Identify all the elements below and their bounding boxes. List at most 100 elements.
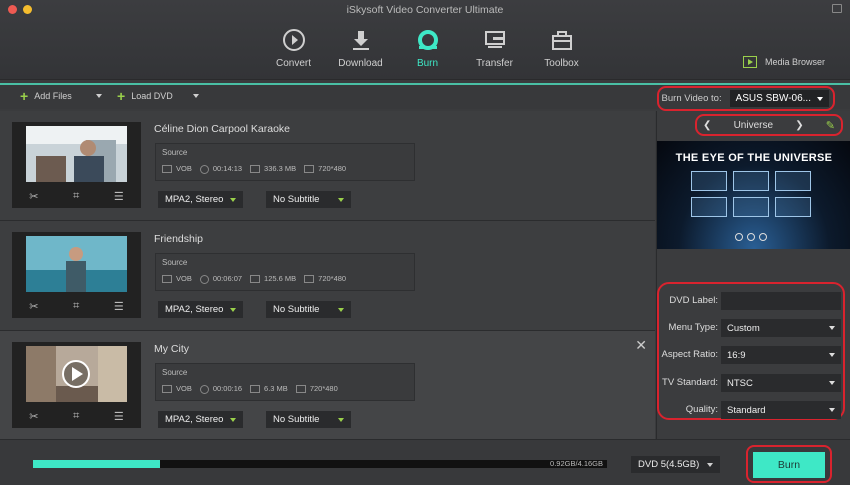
- audio-select[interactable]: MPA2, Stereo: [158, 411, 243, 428]
- format-value: VOB: [162, 274, 192, 284]
- adjust-icon[interactable]: ☰: [114, 410, 124, 423]
- video-thumbnail[interactable]: ✂ ⌗ ☰: [12, 122, 141, 208]
- tv-standard-select[interactable]: NTSC: [721, 374, 841, 392]
- preview-nav-dots: [735, 233, 767, 241]
- fullscreen-icon[interactable]: [832, 4, 842, 13]
- quality-select[interactable]: Standard: [721, 401, 841, 419]
- dvd-label-label: DVD Label:: [669, 295, 718, 306]
- plus-icon: +: [20, 88, 29, 104]
- scissors-icon[interactable]: ✂: [29, 190, 38, 203]
- list-item[interactable]: ✂ ⌗ ☰ My City ✕ Source VOB 00:00:16 6.3 …: [0, 331, 655, 441]
- subtitle-select[interactable]: No Subtitle: [266, 411, 351, 428]
- preview-frames: [691, 171, 816, 217]
- source-info: Source VOB 00:00:16 6.3 MB 720*480: [155, 363, 415, 401]
- burn-device-value: ASUS SBW-06...: [735, 93, 811, 104]
- frame-thumb: [733, 171, 769, 191]
- list-item[interactable]: ✂ ⌗ ☰ Céline Dion Carpool Karaoke Source…: [0, 111, 655, 221]
- tab-burn[interactable]: Burn: [394, 28, 461, 69]
- media-browser-button[interactable]: Media Browser: [742, 56, 825, 68]
- frame-thumb: [691, 171, 727, 191]
- tab-download[interactable]: Download: [327, 28, 394, 69]
- burn-target: Burn Video to: ASUS SBW-06...: [656, 86, 835, 111]
- source-info: Source VOB 00:14:13 336.3 MB 720*480: [155, 143, 415, 181]
- clock-icon: [199, 384, 209, 394]
- crop-icon[interactable]: ⌗: [73, 190, 79, 203]
- resolution-value: 720*480: [304, 164, 346, 174]
- aspect-ratio-select[interactable]: 16:9: [721, 346, 841, 364]
- dot-icon: [759, 233, 767, 241]
- duration-value: 00:00:16: [199, 384, 242, 394]
- film-icon: [162, 165, 172, 174]
- add-files-button[interactable]: + Add Files: [20, 88, 102, 104]
- source-label: Source: [162, 258, 188, 267]
- aspect-ratio-row: Aspect Ratio: 16:9: [659, 346, 845, 364]
- burn-button[interactable]: Burn: [753, 452, 825, 478]
- list-item[interactable]: ✂ ⌗ ☰ Friendship Source VOB 00:06:07 125…: [0, 221, 655, 331]
- video-thumbnail[interactable]: ✂ ⌗ ☰: [12, 232, 141, 318]
- chevron-right-icon[interactable]: ❯: [795, 120, 803, 131]
- scissors-icon[interactable]: ✂: [29, 300, 38, 313]
- subtitle-value: No Subtitle: [273, 304, 320, 315]
- load-dvd-dropdown-icon[interactable]: [192, 94, 199, 98]
- media-browser-label: Media Browser: [764, 57, 825, 67]
- close-icon[interactable]: ✕: [635, 337, 647, 354]
- format-value: VOB: [162, 384, 192, 394]
- dot-icon: [747, 233, 755, 241]
- plus-icon: +: [117, 88, 126, 104]
- template-name: Universe: [733, 119, 774, 131]
- frame-thumb: [691, 197, 727, 217]
- audio-value: MPA2, Stereo: [165, 304, 224, 315]
- chevron-down-icon: [829, 326, 835, 330]
- chevron-down-icon: [338, 197, 344, 202]
- quality-row: Quality: Standard: [659, 401, 845, 419]
- disc-type-select[interactable]: DVD 5(4.5GB): [631, 456, 721, 473]
- disc-usage-fill: [33, 460, 160, 468]
- audio-value: MPA2, Stereo: [165, 414, 224, 425]
- subtitle-value: No Subtitle: [273, 414, 320, 425]
- tab-convert-label: Convert: [275, 58, 311, 69]
- adjust-icon[interactable]: ☰: [114, 190, 124, 203]
- size-value: 125.6 MB: [250, 274, 296, 284]
- tab-transfer[interactable]: Transfer: [461, 28, 528, 69]
- burn-device-select[interactable]: ASUS SBW-06...: [729, 90, 829, 107]
- subtitle-select[interactable]: No Subtitle: [266, 191, 351, 208]
- chevron-down-icon: [829, 353, 835, 357]
- tv-standard-label: TV Standard:: [662, 377, 718, 388]
- film-icon: [162, 385, 172, 394]
- menu-type-label: Menu Type:: [668, 322, 718, 333]
- tab-toolbox[interactable]: Toolbox: [528, 28, 595, 69]
- dvd-label-input[interactable]: [721, 292, 841, 310]
- audio-select[interactable]: MPA2, Stereo: [158, 301, 243, 318]
- tab-convert[interactable]: Convert: [260, 28, 327, 69]
- video-thumbnail[interactable]: ✂ ⌗ ☰: [12, 342, 141, 428]
- source-details: VOB 00:00:16 6.3 MB 720*480: [162, 384, 338, 394]
- tab-download-label: Download: [338, 58, 383, 69]
- transfer-icon: [461, 28, 528, 52]
- clock-icon: [199, 274, 209, 284]
- template-preview-title: THE EYE OF THE UNIVERSE: [675, 152, 833, 164]
- resolution-icon: [295, 385, 306, 394]
- subtitle-select[interactable]: No Subtitle: [266, 301, 351, 318]
- chevron-down-icon: [707, 462, 714, 467]
- disc-usage-text: 0.92GB/4.16GB: [550, 459, 603, 468]
- resolution-icon: [304, 165, 315, 174]
- load-dvd-label: Load DVD: [131, 91, 173, 101]
- crop-icon[interactable]: ⌗: [73, 300, 79, 313]
- crop-icon[interactable]: ⌗: [73, 410, 79, 423]
- scissors-icon[interactable]: ✂: [29, 410, 38, 423]
- chevron-left-icon[interactable]: ❮: [703, 120, 711, 131]
- adjust-icon[interactable]: ☰: [114, 300, 124, 313]
- edit-icon[interactable]: ✎: [826, 119, 835, 132]
- tab-toolbox-label: Toolbox: [544, 58, 579, 69]
- resolution-icon: [304, 275, 315, 284]
- size-value: 336.3 MB: [250, 164, 296, 174]
- load-dvd-button[interactable]: + Load DVD: [117, 88, 199, 104]
- video-frame-image: [26, 346, 127, 402]
- menu-type-select[interactable]: Custom: [721, 319, 841, 337]
- chevron-down-icon: [230, 417, 236, 422]
- audio-value: MPA2, Stereo: [165, 194, 224, 205]
- resolution-value: 720*480: [304, 274, 346, 284]
- add-files-dropdown-icon[interactable]: [95, 94, 102, 98]
- audio-select[interactable]: MPA2, Stereo: [158, 191, 243, 208]
- frame-thumb: [775, 171, 811, 191]
